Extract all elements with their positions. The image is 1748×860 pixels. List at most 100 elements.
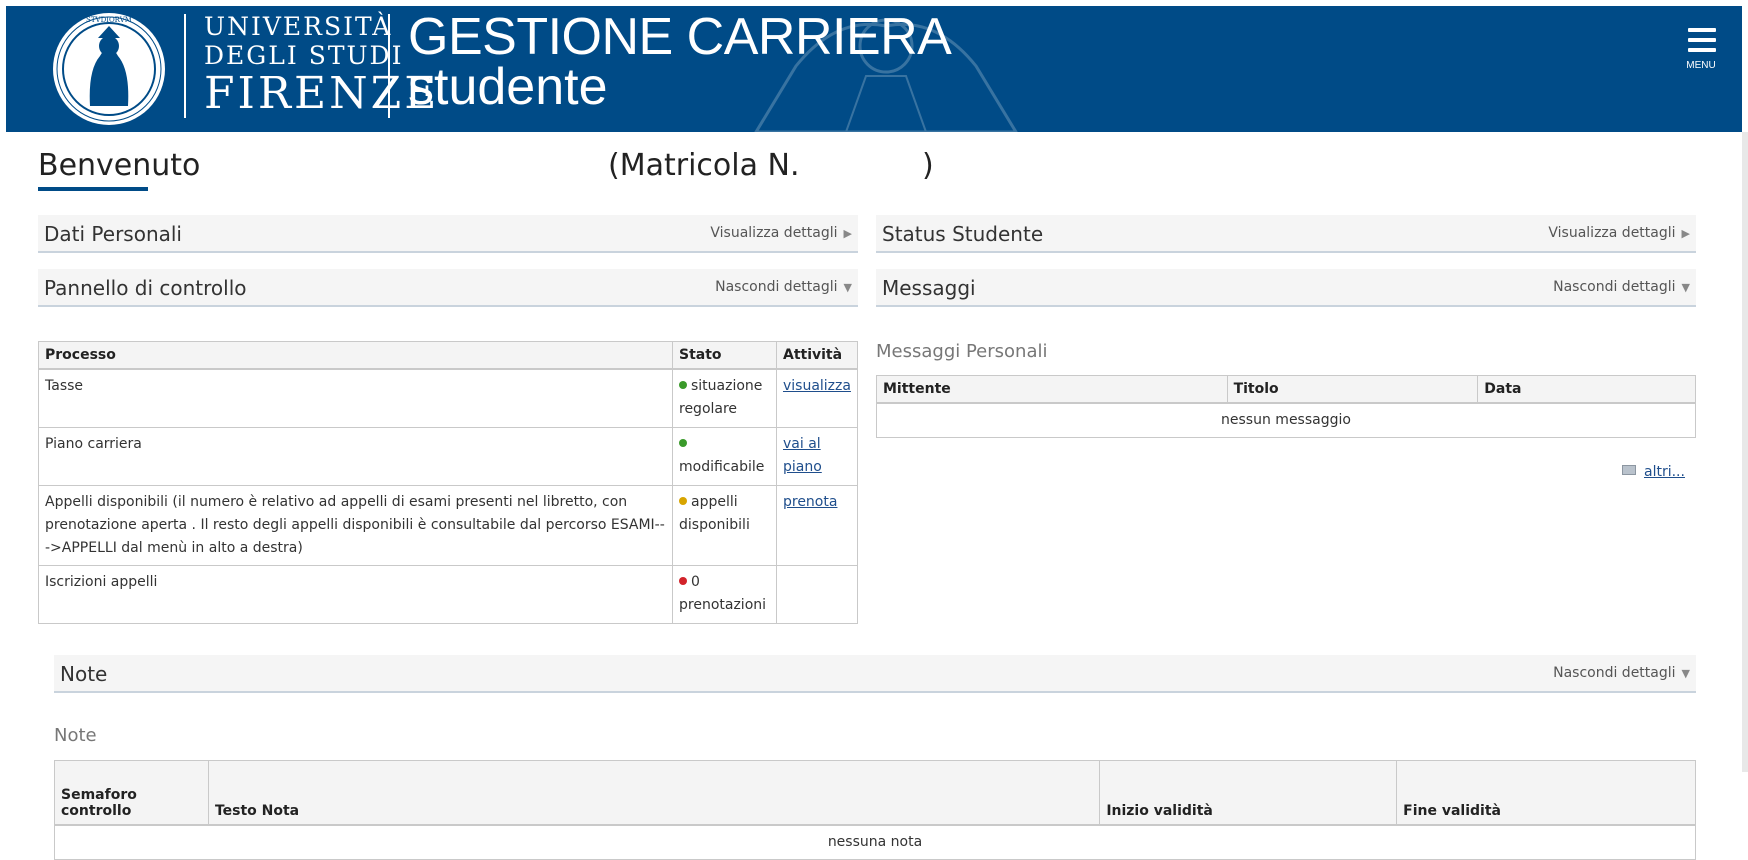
menu-label: MENU <box>1686 60 1716 71</box>
status-green-icon <box>679 438 687 447</box>
toggle-details-link[interactable]: Visualizza dettagli ▶ <box>1548 225 1690 241</box>
note-table: Semaforo controllo Testo Nota Inizio vali… <box>54 760 1696 860</box>
university-name-line3: FIRENZE <box>204 68 440 119</box>
section-title: Status Studente <box>882 222 1044 246</box>
caret-down-icon: ▼ <box>1681 281 1690 294</box>
university-seal-icon: STVDIORVM <box>53 13 165 125</box>
section-title: Dati Personali <box>44 222 182 246</box>
toggle-details-link[interactable]: Nascondi dettagli ▼ <box>715 279 852 295</box>
caret-right-icon: ▶ <box>1681 227 1690 240</box>
toggle-details-label: Visualizza dettagli <box>1548 225 1676 241</box>
note-label: Note <box>54 725 97 746</box>
section-messaggi[interactable]: Messaggi Nascondi dettagli ▼ <box>876 269 1696 307</box>
welcome-heading: Benvenuto <box>38 148 201 183</box>
column-header-testo-nota: Testo Nota <box>207 760 1101 826</box>
matricola-close: ) <box>922 148 934 183</box>
altri-link[interactable]: altri... <box>1644 464 1685 480</box>
table-row: Appelli disponibili (il numero è relativ… <box>38 484 859 566</box>
table-row: Piano carriera modificabile vai al piano <box>38 426 859 486</box>
prenota-link[interactable]: prenota <box>783 494 837 510</box>
column-header-inizio-validita: Inizio validità <box>1099 760 1398 826</box>
altri-messaggi: altri... <box>1622 464 1685 480</box>
column-header-stato: Stato <box>672 341 777 370</box>
toggle-details-link[interactable]: Nascondi dettagli ▼ <box>1553 665 1690 681</box>
messaggi-personali-label: Messaggi Personali <box>876 341 1048 362</box>
stato-text: situazione regolare <box>679 378 763 417</box>
mail-icon <box>1622 465 1636 475</box>
toggle-details-link[interactable]: Visualizza dettagli ▶ <box>710 225 852 241</box>
link-line1: vai al <box>782 435 821 452</box>
column-header-data: Data <box>1477 375 1696 404</box>
stato-cell: situazione regolare <box>672 368 777 428</box>
table-header-row: Mittente Titolo Data <box>876 375 1696 404</box>
caret-down-icon: ▼ <box>1681 667 1690 680</box>
section-dati-personali[interactable]: Dati Personali Visualizza dettagli ▶ <box>38 215 858 253</box>
toggle-details-label: Visualizza dettagli <box>710 225 838 241</box>
toggle-details-link[interactable]: Nascondi dettagli ▼ <box>1553 279 1690 295</box>
column-header-attivita: Attività <box>775 341 859 370</box>
toggle-details-label: Nascondi dettagli <box>715 279 838 295</box>
university-name-line2: DEGLI STUDI <box>204 41 404 70</box>
hamburger-icon <box>1688 28 1716 58</box>
empty-notes-cell: nessuna nota <box>54 824 1696 860</box>
section-note[interactable]: Note Nascondi dettagli ▼ <box>54 655 1696 693</box>
stato-text: 0 prenotazioni <box>679 573 767 613</box>
app-title-line2: studente <box>408 58 608 116</box>
header-line2: controllo <box>61 802 132 819</box>
table-header-row: Semaforo controllo Testo Nota Inizio vali… <box>54 760 1696 826</box>
column-header-semaforo: Semaforo controllo <box>54 760 209 826</box>
stato-text: appelli disponibili <box>679 493 750 533</box>
svg-text:STVDIORVM: STVDIORVM <box>86 16 132 24</box>
caret-right-icon: ▶ <box>843 227 852 240</box>
attivita-cell: visualizza <box>775 368 859 428</box>
welcome-underline <box>38 187 148 191</box>
processo-cell: Appelli disponibili (il numero è relativ… <box>38 484 673 566</box>
status-yellow-icon <box>679 496 687 505</box>
section-title: Pannello di controllo <box>44 276 247 300</box>
processi-table: Processo Stato Attività Tasse situazione… <box>38 341 859 624</box>
university-name-line1: UNIVERSITÀ <box>204 12 393 41</box>
processo-cell: Iscrizioni appelli <box>38 564 673 624</box>
caret-down-icon: ▼ <box>843 281 852 294</box>
site-header: STVDIORVM UNIVERSITÀ DEGLI STUDI FIRENZE… <box>0 0 1748 132</box>
attivita-cell <box>775 564 859 624</box>
scrollbar-track[interactable] <box>1742 132 1748 772</box>
title-divider <box>388 14 390 118</box>
status-red-icon <box>679 576 687 585</box>
attivita-cell: prenota <box>775 484 859 566</box>
stato-cell: modificabile <box>672 426 777 486</box>
stato-cell: 0 prenotazioni <box>672 564 777 624</box>
table-row: Tasse situazione regolare visualizza <box>38 368 859 428</box>
processo-cell: Piano carriera <box>38 426 673 486</box>
table-row: nessun messaggio <box>876 402 1696 438</box>
attivita-cell: vai al piano <box>775 426 859 486</box>
column-header-mittente: Mittente <box>876 375 1228 404</box>
vai-al-piano-link[interactable]: vai al piano <box>783 436 822 475</box>
header-line1: Semaforo <box>61 786 137 803</box>
empty-messages-cell: nessun messaggio <box>876 402 1696 438</box>
stato-cell: appelli disponibili <box>672 484 777 566</box>
app-title: GESTIONE CARRIERA studente <box>408 8 952 116</box>
table-row: nessuna nota <box>54 824 1696 860</box>
stato-text: modificabile <box>679 458 765 475</box>
section-status-studente[interactable]: Status Studente Visualizza dettagli ▶ <box>876 215 1696 253</box>
messaggi-table: Mittente Titolo Data nessun messaggio <box>876 375 1696 438</box>
link-line2: piano <box>782 458 822 475</box>
header-band: STVDIORVM UNIVERSITÀ DEGLI STUDI FIRENZE… <box>6 6 1742 132</box>
matricola-label: (Matricola N. <box>608 148 800 183</box>
menu-button[interactable]: MENU <box>1676 20 1726 80</box>
toggle-details-label: Nascondi dettagli <box>1553 279 1676 295</box>
status-green-icon <box>679 381 687 389</box>
section-title: Note <box>60 662 108 686</box>
section-pannello-controllo[interactable]: Pannello di controllo Nascondi dettagli ▼ <box>38 269 858 307</box>
app-title-line1: GESTIONE CARRIERA <box>408 8 952 66</box>
processo-cell: Tasse <box>38 368 673 428</box>
section-title: Messaggi <box>882 276 976 300</box>
visualizza-link[interactable]: visualizza <box>783 378 851 394</box>
table-header-row: Processo Stato Attività <box>38 341 859 370</box>
column-header-fine-validita: Fine validità <box>1396 760 1696 826</box>
column-header-processo: Processo <box>38 341 673 370</box>
logo-divider <box>184 14 186 118</box>
column-header-titolo: Titolo <box>1226 375 1479 404</box>
table-row: Iscrizioni appelli 0 prenotazioni <box>38 564 859 624</box>
